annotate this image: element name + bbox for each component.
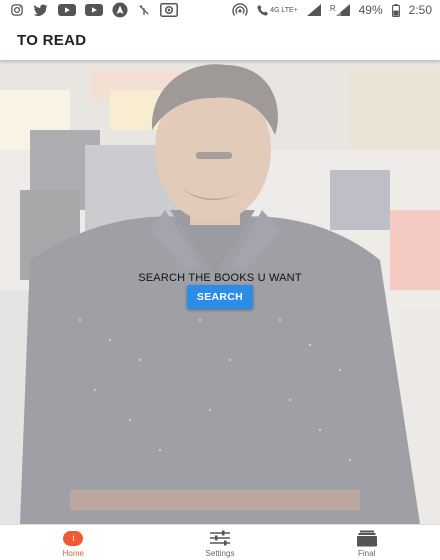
nav-label-settings: Settings <box>205 549 235 558</box>
clock: 2:50 <box>408 3 432 17</box>
navigation-icon <box>112 2 128 18</box>
signal-icon <box>306 4 321 16</box>
youtube-icon <box>85 4 103 16</box>
nav-item-home[interactable]: i Home <box>0 525 147 560</box>
page-title: TO READ <box>17 31 87 49</box>
instagram-icon <box>11 4 23 16</box>
network-label: 4G LTE+ <box>270 6 298 14</box>
status-bar-notifications <box>10 2 178 18</box>
record-icon <box>160 3 178 17</box>
search-button[interactable]: SEARCH <box>187 285 253 309</box>
status-bar-system: 4G LTE+ R 49% 2:50 <box>232 3 432 17</box>
nav-label-home: Home <box>62 549 84 558</box>
nav-item-final[interactable]: Final <box>293 525 440 560</box>
battery-icon <box>391 3 400 17</box>
antenna-off-icon <box>139 5 149 16</box>
bottom-nav: i Home Settings Final <box>0 524 440 560</box>
hotspot-icon <box>232 3 248 16</box>
youtube-icon <box>58 4 76 16</box>
stack-icon <box>356 529 378 547</box>
call-network-indicator: 4G LTE+ <box>257 4 298 16</box>
status-bar: 4G LTE+ R 49% 2:50 <box>0 0 440 20</box>
nav-item-settings[interactable]: Settings <box>147 525 294 560</box>
call-icon <box>257 5 269 16</box>
signal-icon <box>335 4 350 16</box>
roaming-signal: R <box>330 4 350 16</box>
home-badge: i <box>63 530 84 546</box>
info-badge-icon: i <box>63 529 84 547</box>
battery-percent: 49% <box>358 3 383 17</box>
search-prompt: SEARCH THE BOOKS U WANT <box>138 272 302 284</box>
sliders-icon <box>209 529 231 547</box>
twitter-icon <box>33 4 48 16</box>
search-section: SEARCH THE BOOKS U WANT SEARCH <box>0 272 440 309</box>
app-bar: TO READ <box>0 20 440 60</box>
nav-label-final: Final <box>358 549 376 558</box>
